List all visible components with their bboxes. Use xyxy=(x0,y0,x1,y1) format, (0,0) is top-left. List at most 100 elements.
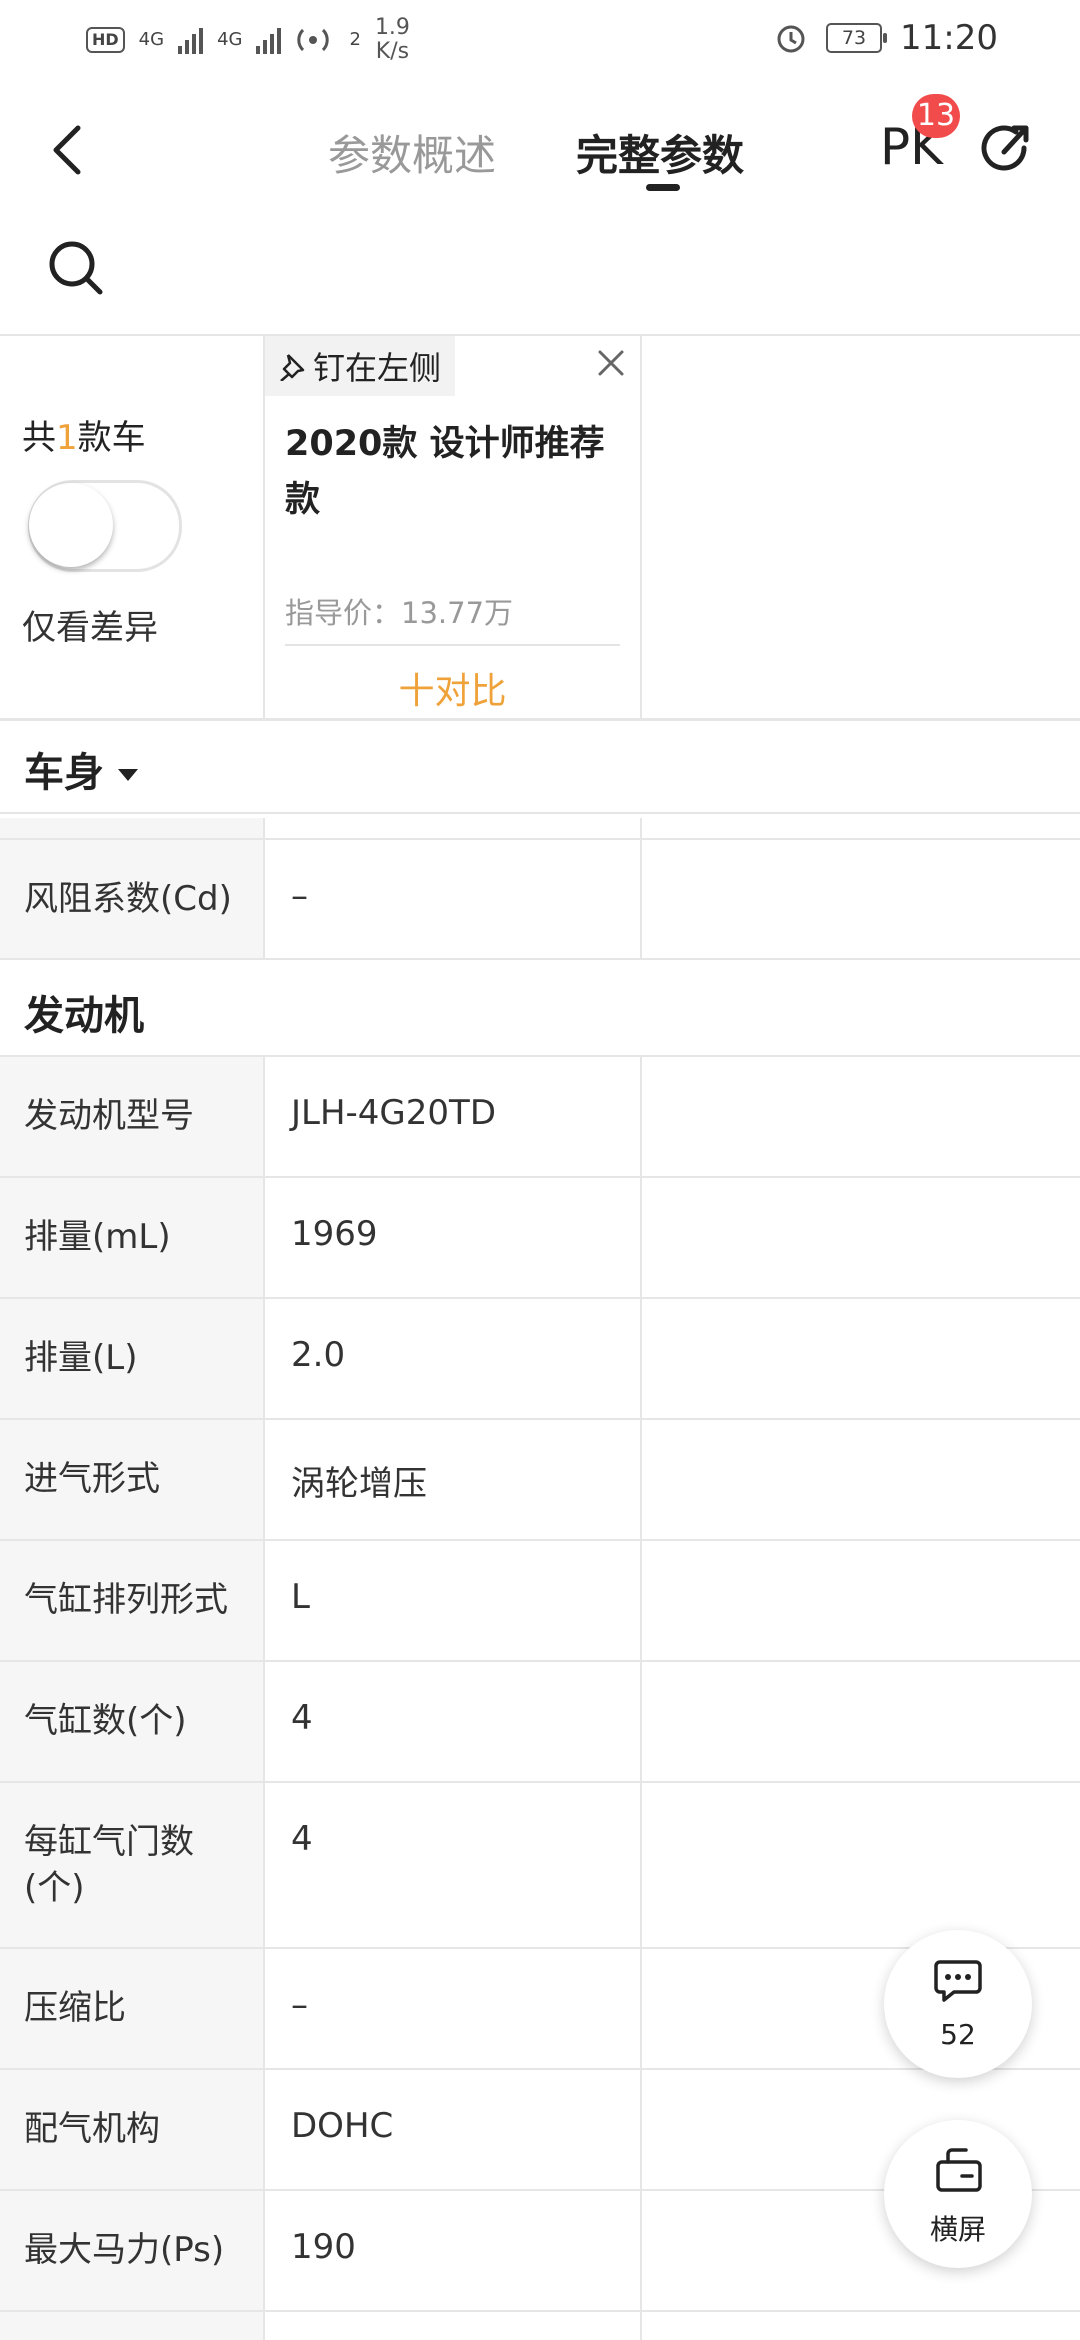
pin-icon xyxy=(280,354,305,381)
row-value-cell: – xyxy=(265,1949,642,2068)
row-value: – xyxy=(291,1985,308,2025)
row-value-cell: 涡轮增压 xyxy=(265,1420,642,1539)
table-row: 发动机型号 JLH-4G20TD xyxy=(0,1057,1080,1178)
row-value-cell: 1969 xyxy=(265,1178,642,1297)
pin-left-label: 钉在左侧 xyxy=(313,349,442,387)
row-value-cell: 4 xyxy=(265,1783,642,1947)
row-value-cell: L xyxy=(265,1541,642,1660)
section-header-engine: 发动机 xyxy=(0,961,1080,1057)
car-count: 共1款车 xyxy=(22,410,146,459)
table-row: 进气形式 涡轮增压 xyxy=(0,1420,1080,1541)
row-value: 4 xyxy=(291,1698,313,1738)
row-value-cell: – xyxy=(265,840,642,958)
row-key-cell: 风阻系数(Cd) xyxy=(0,840,265,958)
count-suffix: 款车 xyxy=(77,418,146,458)
alarm-icon xyxy=(777,25,805,53)
row-value: – xyxy=(291,876,308,916)
divider xyxy=(285,644,620,646)
table-row: 排量(mL) 1969 xyxy=(0,1178,1080,1299)
table-row: 风阻系数(Cd) – xyxy=(0,840,1080,960)
row-key-cell: 排量(mL) xyxy=(0,1178,265,1297)
speed-unit: K/s xyxy=(375,39,410,64)
section-title: 发动机 xyxy=(24,993,144,1039)
status-right: 73 11:20 xyxy=(774,18,998,58)
row-key: 配气机构 xyxy=(24,2109,160,2149)
hd-badge: HD xyxy=(86,27,125,53)
row-value-cell xyxy=(265,818,642,838)
network-type-2: 4G xyxy=(217,29,243,50)
row-key-cell: 配气机构 xyxy=(0,2070,265,2189)
row-value: DOHC xyxy=(291,2106,394,2146)
row-value: 涡轮增压 xyxy=(291,1464,427,1504)
pin-left-button[interactable]: 钉在左侧 xyxy=(265,336,456,396)
wifi-number: 2 xyxy=(349,29,361,50)
network-speed: 1.9 K/s xyxy=(375,16,410,64)
section-title: 车身 xyxy=(24,740,138,798)
row-value-cell: JLH-4G20TD xyxy=(265,1057,642,1176)
table-row: 气缸数(个) 4 xyxy=(0,1662,1080,1783)
row-key: 气缸排列形式 xyxy=(24,1580,228,1620)
section-header-body[interactable]: 车身 xyxy=(0,718,1080,814)
wifi-icon xyxy=(297,28,330,52)
compare-left-column: 共1款车 仅看差异 xyxy=(0,336,265,718)
row-key-cell: 压缩比 xyxy=(0,1949,265,2068)
row-key-cell: 最大马力(Ps) xyxy=(0,2191,265,2310)
count-prefix: 共 xyxy=(22,418,56,458)
table-row: 每缸气门数(个) 4 xyxy=(0,1783,1080,1949)
row-value: 2.0 xyxy=(291,1335,346,1375)
landscape-icon xyxy=(936,2148,982,2192)
row-key: 气缸数(个) xyxy=(24,1701,187,1741)
comments-count: 52 xyxy=(940,2018,976,2051)
toggle-knob xyxy=(29,483,113,567)
table-row: 排量(L) 2.0 xyxy=(0,1299,1080,1420)
chat-icon xyxy=(934,1960,982,2002)
close-icon[interactable] xyxy=(594,346,628,380)
row-key: 风阻系数(Cd) xyxy=(24,879,232,919)
tab-full-params[interactable]: 完整参数 xyxy=(576,122,744,183)
diff-only-toggle[interactable] xyxy=(28,480,182,572)
status-left: HD 4G 4G 2 1.9 K/s xyxy=(86,16,410,64)
car-column: 钉在左侧 2020款 设计师推荐款 指导价：13.77万 十对比 xyxy=(265,336,642,718)
row-value: 190 xyxy=(291,2227,356,2267)
row-value-cell: DOHC xyxy=(265,2070,642,2189)
active-tab-indicator xyxy=(646,184,680,191)
guide-price: 指导价：13.77万 xyxy=(285,596,514,630)
comments-button[interactable]: 52 xyxy=(884,1930,1032,2078)
pk-count-badge: 13 xyxy=(912,94,960,138)
row-key: 每缸气门数(个) xyxy=(24,1822,194,1908)
search-icon[interactable] xyxy=(44,236,108,300)
row-key-cell: 进气形式 xyxy=(0,1420,265,1539)
row-value: 4 xyxy=(291,1819,313,1859)
landscape-button[interactable]: 横屏 xyxy=(884,2120,1032,2268)
row-key: 压缩比 xyxy=(24,1988,126,2028)
signal-icon xyxy=(178,26,204,54)
row-key-cell: 发动机型号 xyxy=(0,1057,265,1176)
battery-icon: 73 xyxy=(826,23,888,53)
row-key: 发动机型号 xyxy=(24,1096,194,1136)
table-row-partial xyxy=(0,818,1080,840)
add-compare-button[interactable]: 十对比 xyxy=(265,662,640,714)
row-key-cell: 气缸排列形式 xyxy=(0,1541,265,1660)
row-value-cell: 190 xyxy=(265,2191,642,2310)
clock: 11:20 xyxy=(900,18,998,58)
row-value: L xyxy=(291,1577,310,1617)
caret-down-icon xyxy=(118,769,138,781)
back-icon[interactable] xyxy=(40,110,100,190)
tab-overview[interactable]: 参数概述 xyxy=(328,122,496,183)
row-key-cell: 排量(L) xyxy=(0,1299,265,1418)
row-key: 进气形式 xyxy=(24,1459,160,1499)
car-model-name: 2020款 设计师推荐款 xyxy=(285,424,605,520)
row-key: 排量(L) xyxy=(24,1338,138,1378)
row-value-cell: 4 xyxy=(265,1662,642,1781)
count-number: 1 xyxy=(56,418,78,458)
status-bar: HD 4G 4G 2 1.9 K/s 73 11:20 xyxy=(0,0,1080,80)
table-row: 气缸排列形式 L xyxy=(0,1541,1080,1662)
top-nav: 参数概述 完整参数 PK 13 xyxy=(0,80,1080,230)
compare-header: 共1款车 仅看差异 钉在左侧 2020款 设计师推荐款 指导价：13.77万 十… xyxy=(0,334,1080,721)
row-key-cell: 气缸数(个) xyxy=(0,1662,265,1781)
landscape-label: 横屏 xyxy=(929,2213,986,2246)
share-icon[interactable] xyxy=(974,108,1034,188)
row-key: 最大马力(Ps) xyxy=(24,2230,225,2270)
row-value: 1969 xyxy=(291,1214,378,1254)
network-type-1: 4G xyxy=(138,29,165,50)
